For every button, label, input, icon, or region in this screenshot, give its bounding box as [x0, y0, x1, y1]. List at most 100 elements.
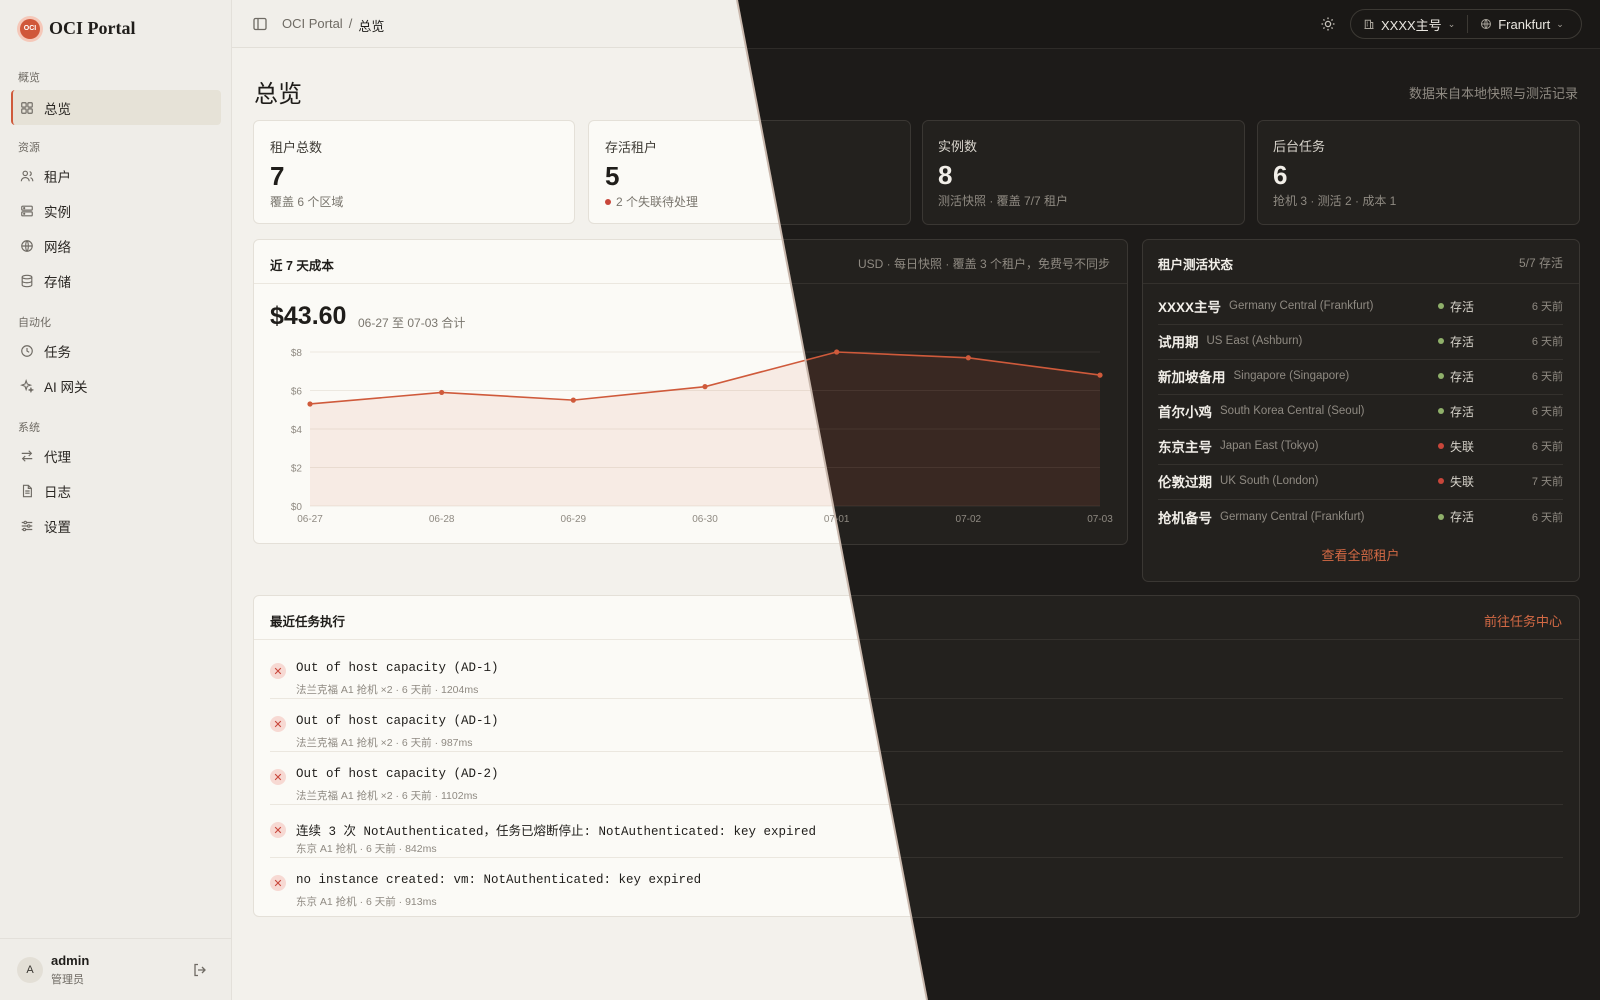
- chart-x-tick-label: 06-28: [429, 514, 455, 525]
- sidebar-item-network[interactable]: 网络: [11, 228, 221, 263]
- sidebar-item-proxy[interactable]: 代理: [11, 438, 221, 473]
- error-x-icon: ✕: [270, 663, 286, 679]
- tenant-checked-time: 6 天前: [1530, 372, 1562, 384]
- task-row[interactable]: ✕ Out of host capacity (AD-1) 法兰克福 A1 抢机 ×…: [270, 699, 1562, 752]
- sidebar-item-label: AI 网关: [44, 379, 88, 395]
- file-icon: [20, 484, 34, 498]
- sidebar-item-settings[interactable]: 设置: [11, 508, 221, 543]
- sidebar-item-tenants[interactable]: 租户: [11, 158, 221, 193]
- stat-value: 5: [605, 161, 620, 191]
- tenant-panel-header: 租户测活状态 5/7 存活: [1143, 240, 1578, 284]
- tenant-status-text: 失联: [1451, 475, 1476, 490]
- sidebar-item-overview[interactable]: 总览: [11, 90, 221, 125]
- tenant-status-text: 存活: [1451, 405, 1476, 420]
- sidebar-item-ai-gateway[interactable]: AI 网关: [11, 368, 221, 403]
- error-x-icon: ✕: [270, 769, 286, 785]
- tenant-name: 伦敦过期: [1159, 476, 1213, 491]
- error-x-icon: ✕: [270, 822, 286, 838]
- breadcrumb-root[interactable]: OCI Portal: [282, 16, 343, 35]
- tenant-row[interactable]: 试用期 US East (Ashburn) 存活 6 天前: [1159, 325, 1562, 360]
- topbar: OCI Portal / 总览: [232, 0, 1600, 48]
- tasks-panel-title: 最近任务执行: [270, 615, 346, 629]
- task-message: Out of host capacity (AD-1): [296, 661, 499, 675]
- tasks-panel-header: 最近任务执行 前往任务中心: [254, 596, 1578, 640]
- stat-sub: 测活快照 · 覆盖 7/7 租户: [939, 193, 1069, 210]
- tenant-region: South Korea Central (Seoul): [1221, 406, 1366, 418]
- chart-x-tick-label: 06-30: [692, 514, 718, 525]
- sidebar-item-label: 实例: [44, 204, 71, 220]
- chart-x-tick-label: 07-01: [824, 514, 850, 525]
- chart-point[interactable]: [702, 384, 708, 390]
- tenant-checked-time: 6 天前: [1530, 442, 1562, 454]
- tenant-status-text: 存活: [1451, 335, 1476, 350]
- task-meta: 东京 A1 抢机 · 6 天前 · 913ms: [296, 896, 437, 908]
- task-row[interactable]: ✕ Out of host capacity (AD-2) 法兰克福 A1 抢机 ×…: [270, 752, 1562, 805]
- tenant-region: Germany Central (Frankfurt): [1230, 301, 1375, 313]
- sidebar: OCI OCI Portal 概览 总览 资源 租户 实例 网络 存储 自动化 …: [0, 0, 232, 1000]
- sidebar-toggle-icon[interactable]: [252, 16, 268, 32]
- tenant-row[interactable]: 伦敦过期 UK South (London) 失联 7 天前: [1159, 465, 1562, 500]
- task-row[interactable]: ✕ 连续 3 次 NotAuthenticated，任务已熔断停止: NotAut…: [270, 805, 1562, 858]
- sidebar-item-instances[interactable]: 实例: [11, 193, 221, 228]
- tenant-panel-meta: 5/7 存活: [1517, 257, 1562, 271]
- task-meta: 法兰克福 A1 抢机 ×2 · 6 天前 · 1102ms: [296, 790, 478, 802]
- tenant-row[interactable]: 东京主号 Japan East (Tokyo) 失联 6 天前: [1159, 430, 1562, 465]
- chart-x-tick-label: 06-27: [297, 514, 323, 525]
- tenant-name: XXXX主号: [1159, 301, 1223, 316]
- tenant-region: Singapore (Singapore): [1234, 371, 1351, 383]
- stat-label: 存活租户: [605, 140, 658, 155]
- chart-point[interactable]: [439, 389, 445, 396]
- tenant-name: 新加坡备用: [1159, 371, 1227, 386]
- tenant-status-text: 存活: [1451, 370, 1476, 385]
- tenant-checked-time: 7 天前: [1530, 477, 1562, 489]
- chart-point[interactable]: [834, 349, 840, 355]
- tenant-region: Germany Central (Frankfurt): [1221, 511, 1366, 524]
- task-message: Out of host capacity (AD-1): [296, 714, 499, 728]
- tenant-status: 存活: [1439, 509, 1475, 526]
- tenant-name: 首尔小鸡: [1159, 406, 1213, 421]
- stat-sub: 覆盖 6 个区域: [270, 193, 343, 210]
- status-dot: [605, 198, 611, 205]
- brand[interactable]: OCI OCI Portal: [20, 18, 135, 39]
- chart-x-tick-label: 06-29: [561, 514, 587, 525]
- tenant-row[interactable]: 新加坡备用 Singapore (Singapore) 存活 6 天前: [1159, 360, 1562, 395]
- database-icon: [20, 274, 34, 288]
- tenant-region: Japan East (Tokyo): [1221, 441, 1320, 453]
- stat-label: 实例数: [939, 140, 979, 155]
- task-row[interactable]: ✕ no instance created: vm: NotAuthenticat…: [270, 858, 1562, 911]
- chart-y-tick-label: $2: [291, 464, 303, 475]
- tenant-region: UK South (London): [1221, 476, 1320, 488]
- tenant-checked-time: 6 天前: [1530, 512, 1562, 525]
- tenant-row[interactable]: 抢机备号 Germany Central (Frankfurt) 存活 6 天前: [1159, 500, 1562, 535]
- page-title: 总览: [254, 81, 302, 108]
- user-panel: A admin 管理员: [0, 938, 231, 1000]
- task-row[interactable]: ✕ Out of host capacity (AD-1) 法兰克福 A1 抢机 ×…: [270, 646, 1562, 699]
- users-icon: [20, 169, 34, 183]
- tenant-checked-time: 6 天前: [1530, 337, 1562, 349]
- globe-icon: [20, 239, 34, 253]
- stat-sub-text: 测活快照 · 覆盖 7/7 租户: [939, 195, 1070, 209]
- goto-task-center-link[interactable]: 前往任务中心: [1484, 611, 1562, 630]
- breadcrumb: OCI Portal / 总览: [282, 16, 384, 35]
- sidebar-item-tasks[interactable]: 任务: [11, 333, 221, 368]
- sidebar-item-logs[interactable]: 日志: [11, 473, 221, 508]
- view-all-tenants-link[interactable]: 查看全部租户: [1143, 546, 1578, 565]
- status-dot: [1439, 444, 1445, 450]
- sidebar-item-storage[interactable]: 存储: [11, 263, 221, 298]
- tenant-name: 抢机备号: [1159, 511, 1213, 527]
- tenant-row[interactable]: XXXX主号 Germany Central (Frankfurt) 存活 6 天前: [1159, 290, 1562, 325]
- logout-icon[interactable]: [192, 962, 208, 978]
- chart-point[interactable]: [965, 355, 971, 361]
- tenant-region: US East (Ashburn): [1207, 336, 1304, 348]
- tenant-status: 存活: [1439, 404, 1475, 421]
- tenant-status-text: 存活: [1451, 300, 1476, 315]
- chart-point[interactable]: [570, 397, 576, 403]
- stat-value: 8: [939, 161, 954, 191]
- chart-point[interactable]: [307, 401, 313, 407]
- chart-point[interactable]: [1097, 372, 1103, 378]
- stat-sub: 抢机 3 · 测活 2 · 成本 1: [1274, 193, 1397, 210]
- tenant-row[interactable]: 首尔小鸡 South Korea Central (Seoul) 存活 6 天前: [1159, 395, 1562, 430]
- cost-amount: $43.60: [270, 302, 347, 330]
- error-x-icon: ✕: [270, 716, 286, 732]
- tenant-name: 试用期: [1159, 336, 1200, 351]
